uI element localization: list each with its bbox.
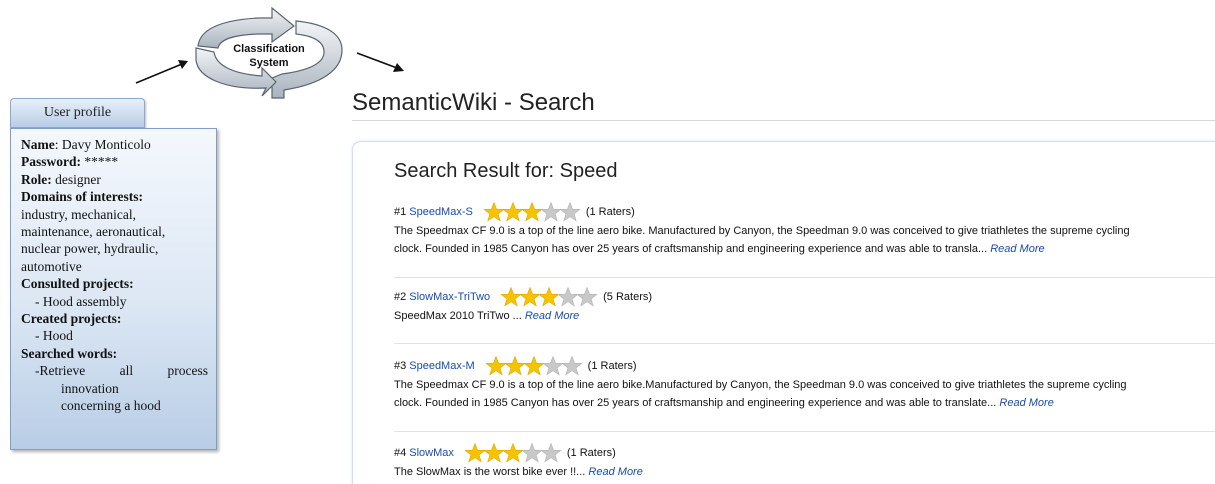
profile-searched-label: Searched words: [21,345,118,361]
result-rank: #3 [394,360,407,372]
profile-role-value: designer [55,171,101,187]
profile-consulted-item: - Hood assembly [35,293,127,309]
profile-created-label: Created projects: [21,311,122,327]
result-title-link[interactable]: SlowMax-TriTwo [409,288,490,306]
profile-domains-line: automotive [21,258,82,274]
profile-domains-line: industry, mechanical, [21,206,136,222]
star-empty-icon[interactable] [561,355,583,377]
raters-count: (5 Raters) [603,291,653,303]
profile-searched-line: -Retrieve all process [35,363,208,379]
profile-consulted-label: Consulted projects: [21,276,134,292]
result-description-line: The SlowMax is the worst bike ever !!...… [394,466,643,478]
profile-domains-line: maintenance, aeronautical, [21,224,166,240]
read-more-link[interactable]: Read More [588,466,642,478]
result-title-link[interactable]: SlowMax [409,444,454,462]
result-title-link[interactable]: SpeedMax-M [409,357,474,375]
profile-created-item: - Hood [35,328,73,344]
result-divider [394,431,1215,432]
search-result-item: #1 SpeedMax-S (1 Raters) The Speedmax CF… [394,201,1215,258]
title-divider [352,120,1215,121]
profile-name-value: Davy Monticolo [61,137,151,152]
read-more-link[interactable]: Read More [990,243,1044,255]
read-more-link[interactable]: Read More [525,310,579,322]
profile-role-row: Role: designer [21,171,101,187]
profile-searched-line: innovation [61,380,119,396]
raters-count: (1 Raters) [566,447,616,459]
star-rating[interactable] [483,201,581,223]
search-result-item: #2 SlowMax-TriTwo (5 Raters) SpeedMax 20… [394,286,1215,325]
profile-password-row: Password: ***** [21,154,119,170]
user-profile-tab[interactable]: User profile [10,98,145,128]
star-rating[interactable] [464,442,562,464]
star-empty-icon[interactable] [540,442,562,464]
arrow-to-wiki-icon [356,52,404,72]
star-rating[interactable] [500,286,598,308]
profile-name-row: Name: Davy Monticolo [21,137,151,152]
result-description-line: The Speedmax CF 9.0 is a top of the line… [394,379,1127,391]
search-result-heading: Search Result for: Speed [394,160,618,182]
result-rank: #4 [394,447,407,459]
result-description-line: SpeedMax 2010 TriTwo ... Read More [394,310,580,322]
raters-count: (1 Raters) [585,206,635,218]
user-profile-panel: Name: Davy Monticolo Password: ***** Rol… [10,128,217,450]
page-title: SemanticWiki - Search [352,89,595,116]
read-more-link[interactable]: Read More [999,397,1053,409]
profile-searched-line: concerning a hood [61,398,161,414]
classification-system-label: Classification System [233,43,305,69]
result-description-line: The Speedmax CF 9.0 is a top of the line… [394,225,1130,237]
star-empty-icon[interactable] [559,201,581,223]
profile-domains-line: nuclear power, hydraulic, [21,241,159,257]
arrow-to-cycle-icon [135,60,188,84]
star-empty-icon[interactable] [576,286,598,308]
search-result-item: #3 SpeedMax-M (1 Raters) The Speedmax CF… [394,355,1215,412]
result-description-line: clock. Founded in 1985 Canyon has over 2… [394,397,1054,409]
result-rank: #1 [394,206,407,218]
profile-domains-label: Domains of interests: [21,189,143,205]
result-rank: #2 [394,291,407,303]
result-description-line: clock. Founded in 1985 Canyon has over 2… [394,243,1045,255]
result-title-link[interactable]: SpeedMax-S [409,203,473,221]
result-divider [394,343,1215,344]
profile-password-value: ***** [84,154,119,170]
result-divider [394,277,1215,278]
raters-count: (1 Raters) [587,360,637,372]
star-rating[interactable] [485,355,583,377]
search-result-item: #4 SlowMax (1 Raters) The SlowMax is the… [394,442,1215,481]
